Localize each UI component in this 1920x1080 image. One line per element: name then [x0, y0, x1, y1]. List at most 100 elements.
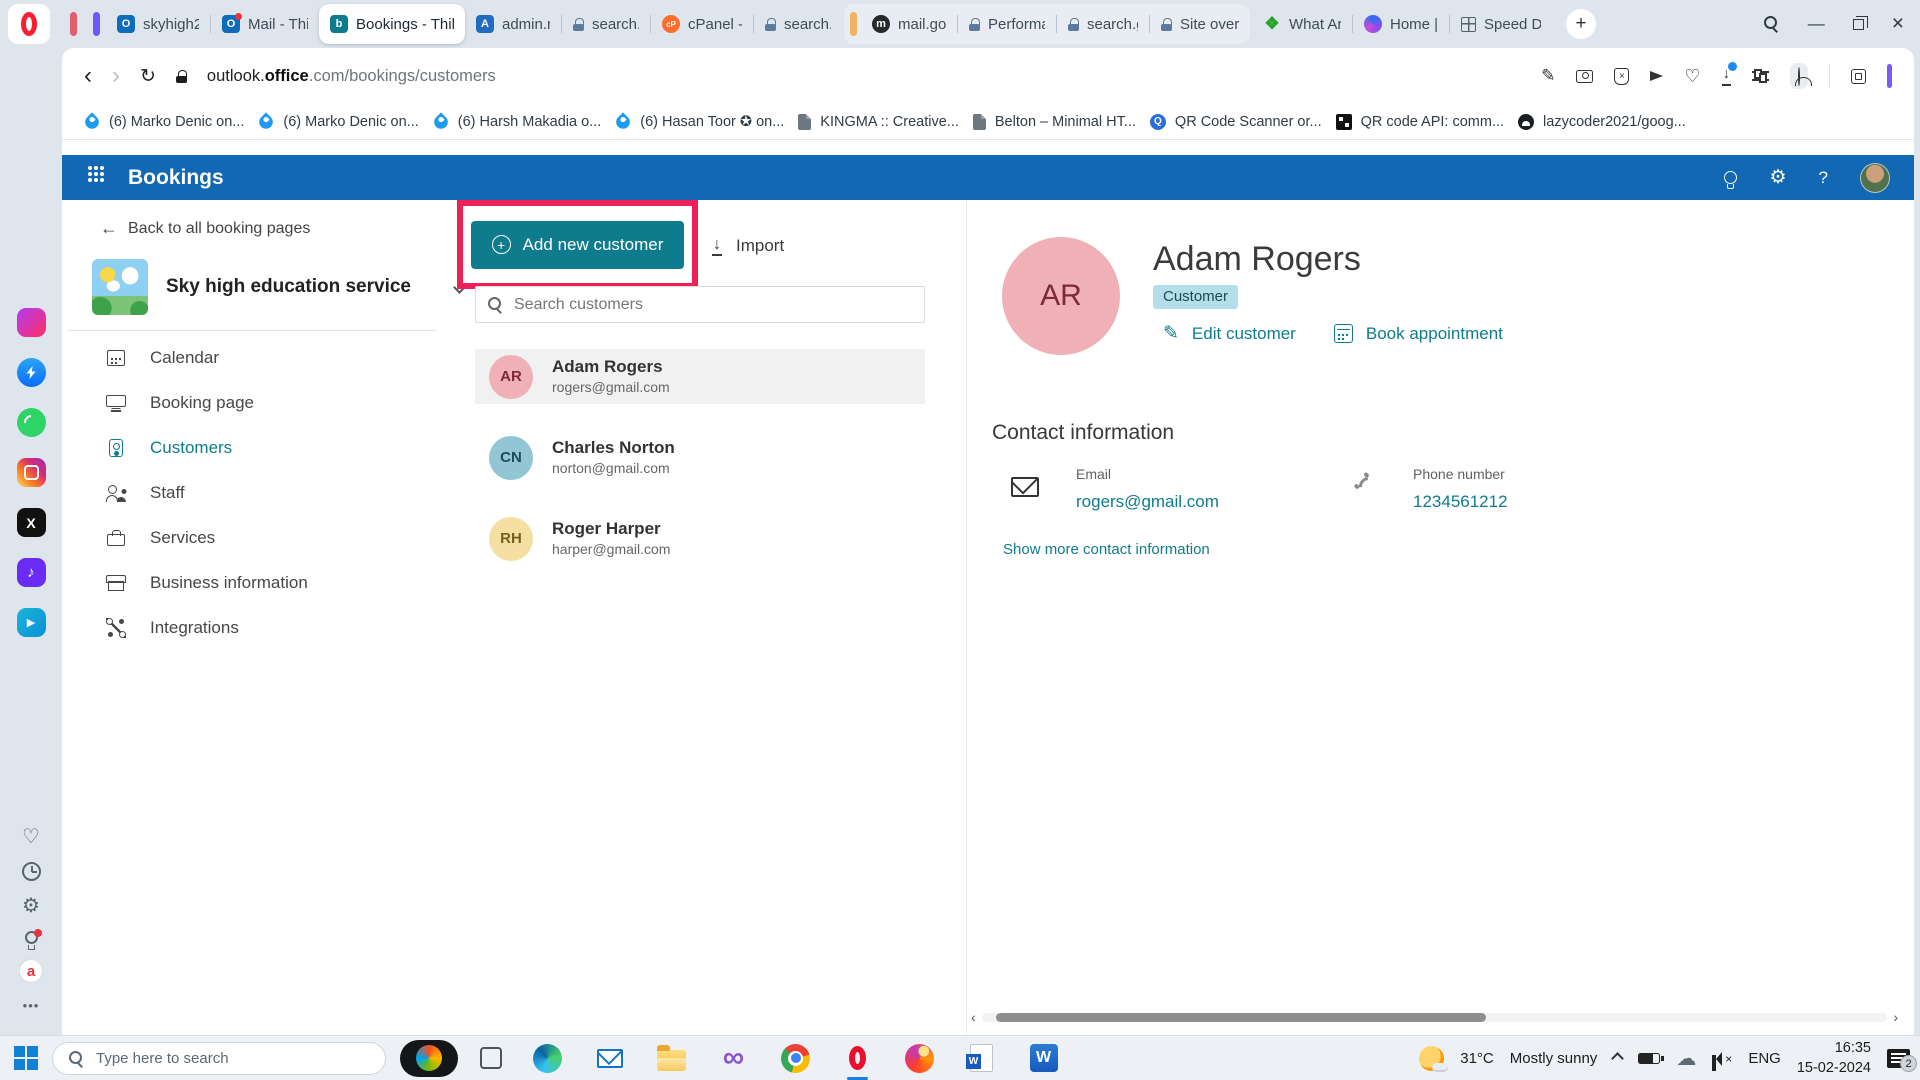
instagram-icon[interactable] [17, 458, 46, 487]
account-avatar[interactable] [1860, 163, 1890, 193]
restore-icon[interactable] [1853, 19, 1864, 30]
favorites-heart-icon[interactable]: ♡ [22, 827, 40, 847]
tips-bulb-icon[interactable] [1724, 171, 1737, 184]
chrome-icon[interactable] [780, 1043, 811, 1074]
tips-bulb-icon[interactable] [25, 931, 38, 944]
bookmark-heart-icon[interactable]: ♡ [1684, 66, 1700, 87]
language-indicator[interactable]: ENG [1748, 1050, 1781, 1067]
sidebar-toggle-bar[interactable] [1887, 64, 1892, 88]
settings-sliders-icon[interactable] [1752, 71, 1769, 81]
bookmark-item[interactable]: QR code API: comm... [1336, 114, 1504, 130]
phone-value[interactable]: 1234561212 [1413, 492, 1508, 512]
extensions-cube-icon[interactable] [1851, 69, 1866, 84]
clock[interactable]: 16:35 15-02-2024 [1797, 1039, 1871, 1078]
edit-customer-button[interactable]: ✎ Edit customer [1163, 322, 1296, 345]
sidebar-item-services[interactable]: Services [62, 515, 440, 560]
customer-row[interactable]: RH Roger Harper harper@gmail.com [475, 511, 925, 566]
sidebar-item-integrations[interactable]: Integrations [62, 605, 440, 650]
aria-ai-icon[interactable]: a [19, 959, 43, 983]
word-app-icon[interactable]: W [1028, 1043, 1059, 1074]
adblock-shield-icon[interactable]: × [1614, 68, 1629, 85]
opera-menu-button[interactable] [8, 4, 50, 44]
tab-bookings-active[interactable]: b Bookings - Thilak [319, 4, 465, 44]
show-more-contact-link[interactable]: Show more contact information [1003, 541, 1210, 558]
tab-speed-dial[interactable]: Speed Dia [1450, 7, 1552, 41]
tab-group-indicator-orange[interactable] [850, 12, 857, 36]
weather-icon[interactable] [1419, 1046, 1444, 1071]
tab-search-3[interactable]: search.go [1057, 7, 1149, 41]
tab-group-indicator-purple[interactable] [93, 12, 100, 36]
visual-studio-icon[interactable]: ∞ [718, 1043, 749, 1074]
sidebar-item-calendar[interactable]: Calendar [62, 335, 440, 380]
bookmark-item[interactable]: (6) Marko Denic on... [258, 114, 418, 130]
tab-skyhigh2[interactable]: O skyhigh2 [106, 7, 210, 41]
weather-temp[interactable]: 31°C [1460, 1050, 1494, 1067]
mail-app-icon[interactable] [594, 1043, 625, 1074]
sidebar-item-booking-page[interactable]: Booking page [62, 380, 440, 425]
weather-text[interactable]: Mostly sunny [1510, 1050, 1598, 1067]
bookmark-item[interactable]: KINGMA :: Creative... [798, 114, 959, 130]
edge-icon[interactable] [532, 1043, 563, 1074]
taskbar-search[interactable]: Type here to search [52, 1042, 386, 1075]
tab-performance[interactable]: Performan [958, 7, 1056, 41]
scrollbar-thumb[interactable] [996, 1013, 1486, 1022]
waffle-icon[interactable] [88, 166, 92, 170]
sidebar-item-business-info[interactable]: Business information [62, 560, 440, 605]
workspaces-icon[interactable] [17, 308, 46, 337]
book-appointment-button[interactable]: Book appointment [1334, 324, 1503, 344]
forward-icon[interactable]: › [112, 64, 120, 88]
sidebar-item-staff[interactable]: Staff [62, 470, 440, 515]
volume-muted-icon[interactable]: × [1712, 1052, 1732, 1066]
whatsapp-icon[interactable] [17, 408, 46, 437]
word-document-icon[interactable]: W [966, 1043, 997, 1074]
tab-site-overview[interactable]: Site overvi [1150, 7, 1250, 41]
import-button[interactable]: ↓ Import [712, 230, 784, 262]
tab-cpanel[interactable]: cP cPanel - H [651, 7, 753, 41]
tray-chevron-up-icon[interactable] [1611, 1052, 1624, 1065]
tab-mail-goog[interactable]: m mail.goog [861, 7, 957, 41]
customer-row[interactable]: AR Adam Rogers rogers@gmail.com [475, 349, 925, 404]
tab-what-are[interactable]: ❖ What Are [1252, 7, 1352, 41]
url-field[interactable]: outlook.office.com/bookings/customers [207, 67, 1521, 86]
start-button[interactable] [14, 1046, 38, 1070]
back-icon[interactable]: ‹ [84, 64, 92, 88]
onedrive-cloud-icon[interactable]: ☁ [1676, 1049, 1696, 1069]
customer-row[interactable]: CN Charles Norton norton@gmail.com [475, 430, 925, 485]
tab-admin[interactable]: A admin.mic [465, 7, 561, 41]
notification-center-icon[interactable]: 2 [1887, 1049, 1910, 1068]
profile-icon[interactable] [1790, 63, 1808, 89]
tab-mail[interactable]: O Mail - Thila [211, 7, 319, 41]
bookmark-item[interactable]: (6) Hasan Toor ✪ on... [615, 114, 784, 130]
opera-icon[interactable] [842, 1043, 873, 1074]
firefox-icon[interactable] [904, 1043, 935, 1074]
battery-icon[interactable] [1638, 1053, 1660, 1064]
minimize-icon[interactable]: — [1808, 14, 1825, 34]
messenger-icon[interactable] [17, 358, 46, 387]
more-options-icon[interactable]: ••• [23, 998, 40, 1013]
tab-home-microsoft[interactable]: Home | Mi [1353, 7, 1449, 41]
downloads-icon[interactable]: ↓ [1722, 66, 1732, 86]
help-icon[interactable]: ? [1819, 168, 1828, 188]
https-lock-icon[interactable] [176, 70, 187, 83]
close-icon[interactable]: × [1892, 12, 1904, 36]
bookmark-item[interactable]: (6) Marko Denic on... [84, 114, 244, 130]
new-tab-button[interactable]: + [1566, 9, 1596, 39]
business-selector[interactable]: Sky high education service [92, 259, 464, 315]
reload-icon[interactable]: ↻ [140, 65, 156, 88]
gear-icon[interactable]: ⚙ [1769, 166, 1786, 189]
flow-play-icon[interactable]: ▶ [17, 608, 46, 637]
file-explorer-icon[interactable] [656, 1043, 687, 1074]
back-to-booking-pages-link[interactable]: ← Back to all booking pages [100, 218, 310, 239]
music-player-icon[interactable]: ♪ [17, 558, 46, 587]
sidebar-item-customers[interactable]: Customers [62, 425, 440, 470]
snapshot-camera-icon[interactable] [1576, 70, 1593, 83]
x-twitter-icon[interactable]: X [17, 508, 46, 537]
pin-edit-icon[interactable]: ✎ [1541, 66, 1555, 86]
bookmark-item[interactable]: lazycoder2021/goog... [1518, 114, 1686, 130]
scroll-left-icon[interactable]: ‹ [971, 1010, 976, 1024]
scroll-right-icon[interactable]: › [1893, 1010, 1898, 1024]
tab-search-icon[interactable] [1764, 16, 1780, 32]
add-new-customer-button[interactable]: + Add new customer [471, 221, 684, 269]
email-value[interactable]: rogers@gmail.com [1076, 492, 1219, 512]
send-to-device-icon[interactable] [1650, 71, 1663, 81]
